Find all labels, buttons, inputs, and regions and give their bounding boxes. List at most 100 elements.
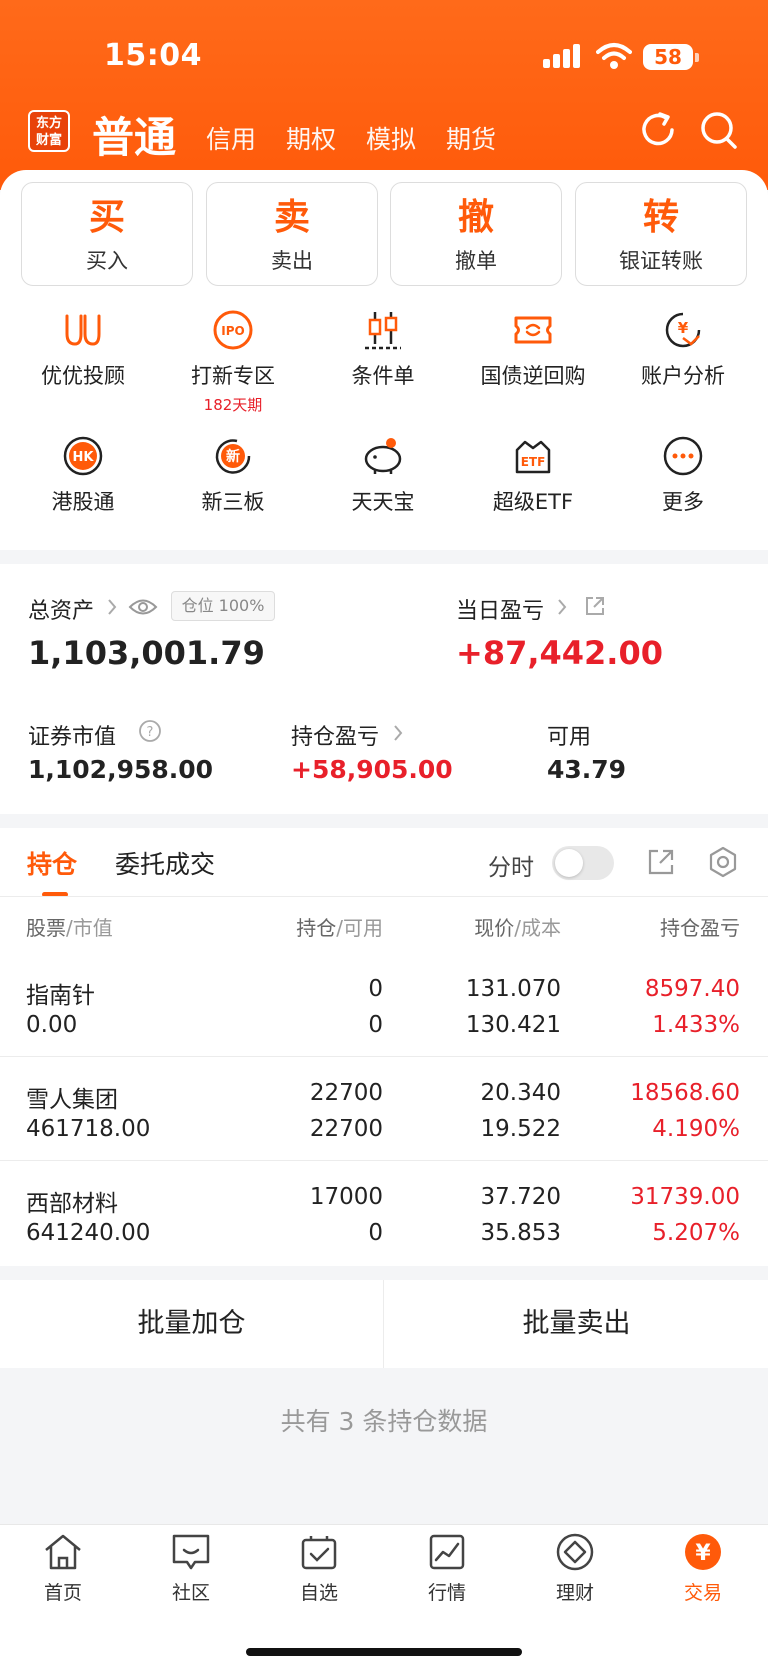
- neeq-icon: 新: [215, 439, 251, 474]
- buy-button[interactable]: 买 买入: [21, 182, 193, 286]
- stock-pl-pct: 5.207%: [652, 1220, 740, 1246]
- ipo-icon: IPO: [213, 310, 253, 350]
- feature-neeq[interactable]: 新 新三板: [158, 434, 308, 516]
- stock-avail-qty: 22700: [309, 1116, 383, 1142]
- chevron-right-icon: [394, 725, 403, 741]
- nav-community[interactable]: 社区: [141, 1530, 241, 1605]
- feature-tiantianbao[interactable]: 天天宝: [308, 434, 458, 516]
- share-icon[interactable]: [584, 595, 606, 617]
- stock-market-value: 641240.00: [26, 1220, 151, 1246]
- piggy-bank-icon: [364, 438, 402, 474]
- feature-more[interactable]: 更多: [608, 434, 758, 516]
- nav-market[interactable]: 行情: [397, 1530, 497, 1605]
- nav-watchlist[interactable]: 自选: [269, 1530, 369, 1605]
- feature-youyou[interactable]: 优优投顾: [8, 308, 158, 390]
- svg-text:¥: ¥: [695, 1541, 711, 1566]
- market-icon: [429, 1534, 465, 1570]
- feature-hk-connect[interactable]: HK 港股通: [8, 434, 158, 516]
- community-icon: [172, 1534, 210, 1570]
- stock-pl: 18568.60: [630, 1080, 740, 1106]
- refresh-icon[interactable]: [636, 108, 680, 152]
- share-icon[interactable]: [646, 847, 676, 877]
- ipo-term-note: 182天期: [203, 396, 263, 414]
- market-value: 1,102,958.00: [28, 755, 214, 784]
- nav-trade[interactable]: ¥ 交易: [653, 1530, 753, 1605]
- nav-home[interactable]: 首页: [13, 1530, 113, 1605]
- feature-super-etf[interactable]: ETF 超级ETF: [458, 434, 608, 516]
- etf-icon: ETF: [515, 440, 551, 474]
- stock-market-value: 461718.00: [26, 1116, 151, 1142]
- cancel-order-button[interactable]: 撤 撤单: [390, 182, 562, 286]
- bank-transfer-button[interactable]: 转 银证转账: [575, 182, 747, 286]
- table-row[interactable]: 西部材料 641240.00 17000 0 37.720 35.853 317…: [0, 1160, 768, 1264]
- stock-name: 雪人集团: [26, 1087, 118, 1113]
- stock-price: 131.070: [465, 976, 561, 1002]
- battery-icon: 58: [643, 44, 699, 70]
- wealth-icon: [556, 1533, 594, 1571]
- total-assets-label[interactable]: 总资产: [28, 593, 94, 625]
- tab-orders[interactable]: 委托成交: [115, 845, 215, 881]
- col-header-pl: 持仓盈亏: [660, 916, 740, 940]
- stock-pl: 8597.40: [644, 976, 740, 1002]
- tab-options[interactable]: 期权: [286, 120, 336, 156]
- svg-text:ETF: ETF: [521, 455, 546, 469]
- holding-pl-value: +58,905.00: [291, 755, 453, 784]
- bond-repo-icon: [514, 316, 552, 344]
- hk-icon: HK: [63, 436, 103, 476]
- stock-cost: 19.522: [480, 1116, 561, 1142]
- available-label: 可用: [547, 725, 592, 750]
- help-icon[interactable]: ?: [138, 719, 162, 743]
- search-icon[interactable]: [697, 108, 741, 152]
- app-logo: 东方 财富: [28, 110, 70, 152]
- timeshare-toggle[interactable]: [552, 846, 614, 880]
- table-row[interactable]: 雪人集团 461718.00 22700 22700 20.340 19.522…: [0, 1056, 768, 1160]
- home-indicator: [246, 1648, 522, 1656]
- tab-credit[interactable]: 信用: [206, 120, 256, 156]
- gear-icon[interactable]: [707, 846, 739, 878]
- youyou-icon: [65, 314, 101, 346]
- watchlist-icon: [301, 1536, 337, 1570]
- market-value-label: 证券市值: [28, 725, 117, 750]
- feature-bond-repo[interactable]: 国债逆回购: [458, 308, 608, 390]
- total-assets-value: 1,103,001.79: [28, 634, 265, 672]
- candlestick-icon: [365, 312, 401, 350]
- daily-pl-value: +87,442.00: [456, 634, 663, 672]
- col-header-price: 现价/成本: [474, 916, 561, 940]
- batch-add-button[interactable]: 批量加仓: [0, 1280, 383, 1368]
- svg-text:¥: ¥: [678, 319, 689, 337]
- tab-futures[interactable]: 期货: [446, 120, 496, 156]
- stock-pl-pct: 4.190%: [652, 1116, 740, 1142]
- daily-pl-label[interactable]: 当日盈亏: [456, 593, 544, 625]
- stock-pl: 31739.00: [630, 1184, 740, 1210]
- feature-account-analysis[interactable]: ¥ 账户分析: [608, 308, 758, 390]
- svg-text:HK: HK: [73, 450, 95, 465]
- svg-text:?: ?: [147, 725, 154, 740]
- batch-sell-button[interactable]: 批量卖出: [385, 1280, 768, 1368]
- trade-icon: ¥: [685, 1534, 721, 1570]
- timeshare-label: 分时: [488, 855, 534, 881]
- stock-hold-qty: 22700: [309, 1080, 383, 1106]
- nav-wealth[interactable]: 理财: [525, 1530, 625, 1605]
- stock-cost: 130.421: [465, 1012, 561, 1038]
- stock-pl-pct: 1.433%: [652, 1012, 740, 1038]
- account-analysis-icon: ¥: [665, 312, 701, 348]
- feature-conditional-order[interactable]: 条件单: [308, 308, 458, 390]
- divider: [0, 896, 768, 897]
- feature-ipo[interactable]: IPO 打新专区 182天期: [158, 308, 308, 415]
- stock-hold-qty: 17000: [309, 1184, 383, 1210]
- col-header-qty: 持仓/可用: [296, 916, 383, 940]
- eye-icon[interactable]: [128, 594, 158, 620]
- sell-button[interactable]: 卖 卖出: [206, 182, 378, 286]
- status-time: 15:04: [104, 38, 202, 73]
- holding-pl-label[interactable]: 持仓盈亏: [291, 719, 379, 751]
- home-icon: [45, 1534, 81, 1570]
- chevron-right-icon: [558, 599, 567, 615]
- table-row[interactable]: 指南针 0.00 0 0 131.070 130.421 8597.40 1.4…: [0, 952, 768, 1056]
- signal-icon: [543, 44, 583, 68]
- tab-positions[interactable]: 持仓: [27, 845, 77, 881]
- position-ratio-badge: 仓位 100%: [171, 591, 275, 621]
- stock-price: 20.340: [480, 1080, 561, 1106]
- stock-avail-qty: 0: [368, 1220, 383, 1246]
- tab-simulated[interactable]: 模拟: [366, 120, 416, 156]
- tab-normal[interactable]: 普通: [92, 104, 176, 165]
